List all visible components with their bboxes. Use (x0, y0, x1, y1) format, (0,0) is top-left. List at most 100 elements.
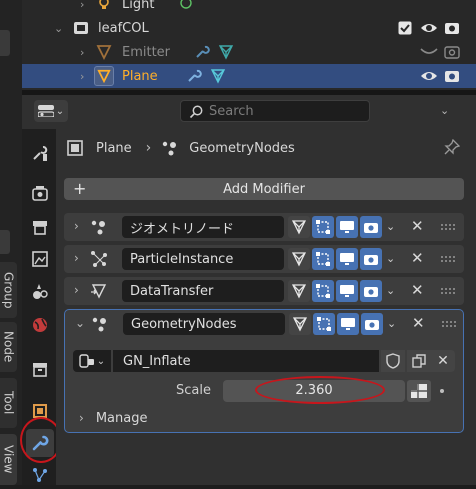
outliner-row-plane[interactable]: › Plane (22, 64, 476, 88)
render-toggle[interactable] (361, 313, 383, 335)
outliner-row-emitter[interactable]: › Emitter (22, 40, 476, 64)
outliner-row-leafcol[interactable]: ⌄ leafCOL (22, 16, 476, 40)
plus-icon: + (73, 179, 87, 198)
render-toggle[interactable] (360, 216, 382, 238)
checkbox-icon[interactable] (398, 21, 412, 35)
modifier-name-field[interactable]: ParticleInstance (122, 248, 284, 270)
edit-mode-toggle[interactable] (313, 313, 335, 335)
particles-icon (33, 468, 47, 482)
shield-icon (386, 353, 400, 369)
camera-icon[interactable] (444, 44, 460, 60)
outliner: › Light ⌄ leafCOL › Emitter › Plane (22, 0, 476, 90)
geometry-nodes-icon (91, 220, 105, 235)
viewport-edge-tab[interactable] (0, 230, 10, 254)
geometry-nodes-icon (163, 141, 177, 156)
tool-icon (33, 146, 48, 161)
sidebar-tab-label: Tool (1, 391, 16, 415)
camera-icon (365, 320, 379, 330)
close-icon[interactable]: ✕ (411, 281, 424, 299)
breadcrumb-modifier[interactable]: GeometryNodes (189, 141, 295, 156)
pin-icon[interactable] (444, 139, 460, 155)
chevron-down-icon[interactable]: ⌄ (386, 252, 395, 265)
edit-mode-toggle[interactable] (312, 248, 334, 270)
breadcrumb-object[interactable]: Plane (96, 141, 132, 156)
sidebar-tab-tool[interactable]: Tool (0, 378, 17, 428)
modifier-name-field[interactable]: DataTransfer (122, 280, 284, 302)
drag-handle-icon[interactable] (440, 223, 456, 231)
attribute-toggle-button[interactable] (407, 380, 431, 402)
node-group-name-field[interactable]: GN_Inflate (113, 350, 379, 372)
chevron-down-icon[interactable]: ⌄ (387, 317, 396, 330)
expand-chevron-icon[interactable]: › (80, 0, 84, 11)
render-toggle[interactable] (360, 248, 382, 270)
viewport-toggle[interactable] (336, 248, 358, 270)
camera-icon[interactable] (444, 20, 460, 36)
tab-output[interactable] (26, 213, 54, 241)
viewport-toggle[interactable] (336, 280, 358, 302)
viewport-toggle[interactable] (336, 216, 358, 238)
options-dropdown-icon[interactable]: ⌄ (440, 104, 449, 117)
duplicate-button[interactable] (407, 350, 431, 372)
render-toggle[interactable] (360, 280, 382, 302)
modifier-properties: Plane › GeometryNodes + Add Modifier › ジ… (56, 129, 476, 485)
edit-mode-icon (316, 220, 330, 234)
edit-mode-cage-toggle[interactable] (288, 280, 310, 302)
chevron-down-icon[interactable]: ⌄ (386, 220, 395, 233)
sidebar-tab-group[interactable]: Group (0, 262, 17, 318)
sidebar-tab-view[interactable]: View (0, 434, 17, 485)
expand-chevron-icon[interactable]: › (80, 46, 84, 59)
monitor-icon (340, 221, 354, 233)
node-group-selector: ⌄ GN_Inflate ✕ (73, 350, 455, 372)
tab-scene[interactable] (26, 277, 54, 305)
close-icon[interactable]: ✕ (411, 217, 424, 235)
camera-icon[interactable] (444, 68, 460, 84)
sidebar-tab-label: Node (1, 331, 16, 363)
tab-render[interactable] (26, 179, 54, 207)
tab-tool[interactable] (26, 139, 54, 167)
unlink-button[interactable]: ✕ (431, 350, 455, 372)
node-group-browse-button[interactable]: ⌄ (73, 350, 111, 372)
edit-mode-cage-toggle[interactable] (288, 248, 310, 270)
manage-subpanel-header[interactable]: › Manage (73, 408, 147, 428)
keyframe-dot[interactable] (440, 389, 444, 393)
search-input[interactable] (209, 102, 359, 120)
close-icon[interactable]: ✕ (412, 314, 425, 332)
mesh-data-icon (210, 68, 226, 84)
edit-mode-cage-toggle[interactable] (288, 216, 310, 238)
expand-chevron-icon[interactable]: › (80, 70, 84, 83)
tab-world[interactable] (26, 311, 54, 339)
edit-mode-cage-toggle[interactable] (289, 313, 311, 335)
edit-mode-toggle[interactable] (312, 216, 334, 238)
eye-icon[interactable] (420, 20, 438, 36)
expand-chevron-icon[interactable]: › (74, 283, 79, 297)
drag-handle-icon[interactable] (441, 320, 457, 328)
viewport-toggle[interactable] (337, 313, 359, 335)
outliner-item-label: Light (122, 0, 155, 12)
add-modifier-button[interactable]: + Add Modifier (64, 178, 464, 200)
collapse-chevron-icon[interactable]: ⌄ (54, 22, 63, 35)
tab-collection[interactable] (26, 355, 54, 383)
viewport-edge-tab[interactable] (0, 30, 10, 56)
eye-icon[interactable] (420, 68, 438, 84)
tab-view-layer[interactable] (26, 245, 54, 273)
mesh-data-icon (291, 284, 307, 299)
sidebar-tab-node[interactable]: Node (0, 322, 17, 372)
modifier-name-field[interactable]: GeometryNodes (123, 313, 285, 335)
search-box[interactable] (180, 100, 370, 122)
editor-type-button[interactable]: ⌄ (34, 100, 68, 122)
close-icon[interactable]: ✕ (411, 249, 424, 267)
eye-closed-icon[interactable] (420, 45, 438, 59)
view-layer-icon (32, 251, 48, 267)
fake-user-button[interactable] (381, 350, 405, 372)
edit-mode-toggle[interactable] (312, 280, 334, 302)
modifier-name-field[interactable]: ジオメトリノード (122, 216, 284, 238)
modifier-panel: › DataTransfer ⌄ ✕ (64, 277, 464, 305)
outliner-row-light[interactable]: › Light (22, 0, 476, 16)
expand-chevron-icon[interactable]: › (74, 251, 79, 265)
collapse-chevron-icon[interactable]: ⌄ (75, 316, 85, 330)
expand-chevron-icon[interactable]: › (74, 219, 79, 233)
drag-handle-icon[interactable] (440, 255, 456, 263)
drag-handle-icon[interactable] (440, 287, 456, 295)
chevron-down-icon[interactable]: ⌄ (386, 284, 395, 297)
mesh-object-icon (96, 44, 112, 60)
